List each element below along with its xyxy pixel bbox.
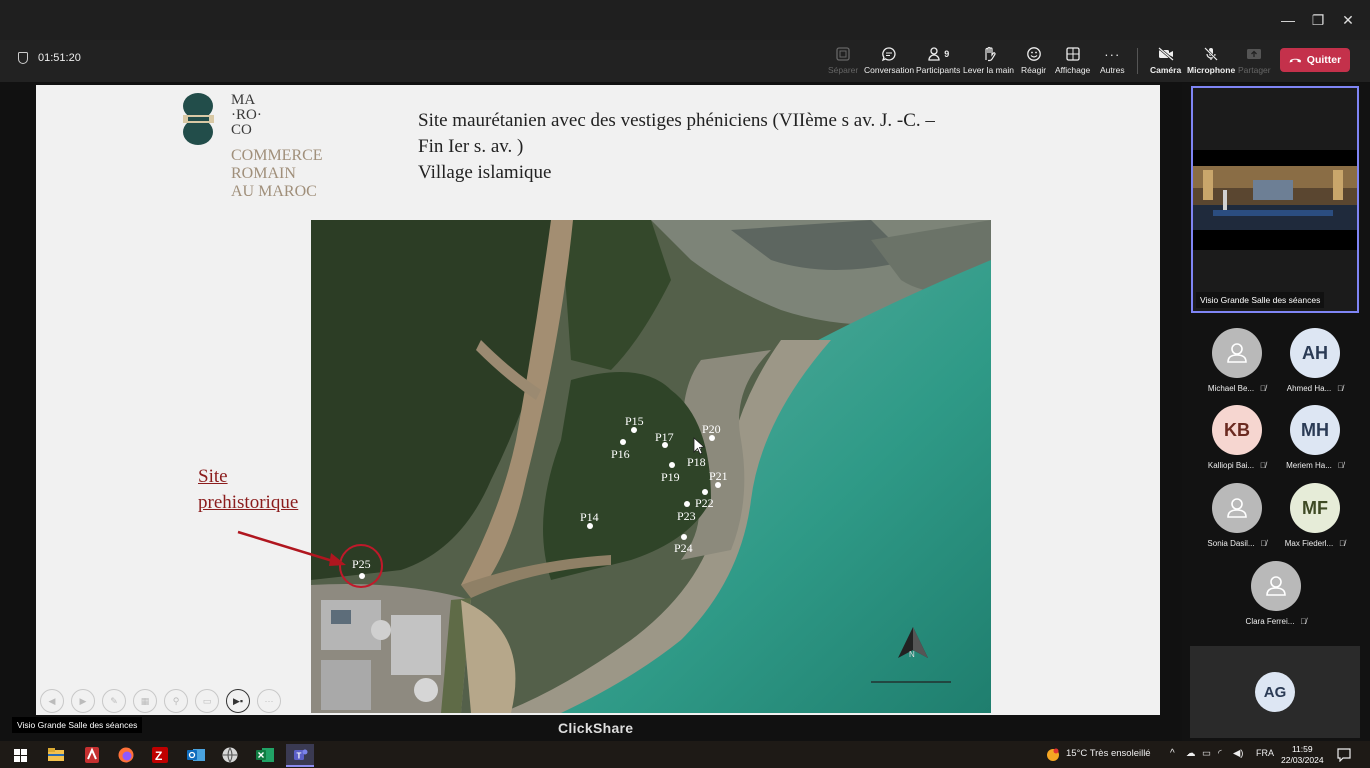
avatar xyxy=(1212,328,1262,378)
network-icon[interactable]: ▭ xyxy=(1202,748,1211,759)
zoom-icon[interactable]: ⚲ xyxy=(164,689,188,713)
next-slide-icon[interactable]: ▶ xyxy=(71,689,95,713)
avatar: AH xyxy=(1290,328,1340,378)
language-indicator[interactable]: FRA xyxy=(1256,748,1274,758)
self-video-tile[interactable]: AG xyxy=(1190,646,1360,738)
app-globe-icon[interactable] xyxy=(220,745,240,765)
video-camera-icon[interactable]: ▶▪ xyxy=(226,689,250,713)
avatar xyxy=(1251,561,1301,611)
app-icon[interactable] xyxy=(82,745,102,765)
participant-tile[interactable]: AH Ahmed Ha... 🎙̸ xyxy=(1277,328,1353,393)
video-tile-label: Visio Grande Salle des séances xyxy=(1196,292,1325,308)
svg-text:T: T xyxy=(297,751,302,760)
tray-chevron-icon[interactable]: ^ xyxy=(1170,748,1175,759)
participant-tile[interactable]: Clara Ferrei... 🎙̸ xyxy=(1238,561,1314,626)
firefox-icon[interactable] xyxy=(116,745,136,765)
excel-icon[interactable] xyxy=(255,745,275,765)
mic-muted-icon: 🎙̸ xyxy=(1300,617,1307,626)
stage-source-label: Visio Grande Salle des séances xyxy=(12,717,143,733)
weather-text[interactable]: 15°C Très ensoleillé xyxy=(1066,748,1151,759)
windows-start-icon[interactable] xyxy=(10,745,30,765)
participant-tile[interactable]: MH Meriem Ha... 🎙̸ xyxy=(1277,405,1353,470)
svg-text:Z: Z xyxy=(155,749,162,763)
weather-sun-icon xyxy=(1043,745,1063,765)
file-explorer-icon[interactable] xyxy=(46,745,66,765)
participant-tile[interactable]: Michael Be... 🎙̸ xyxy=(1199,328,1275,393)
participant-tile[interactable]: Sonia Dasil... 🎙̸ xyxy=(1199,483,1275,548)
self-avatar: AG xyxy=(1255,672,1295,712)
mic-muted-icon: 🎙̸ xyxy=(1337,461,1344,470)
cloud-icon[interactable]: ☁ xyxy=(1186,748,1196,759)
previous-slide-icon[interactable]: ◀ xyxy=(40,689,64,713)
slides-grid-icon[interactable]: ▦ xyxy=(133,689,157,713)
mic-muted-icon: 🎙̸ xyxy=(1260,539,1267,548)
wifi-icon[interactable]: ◜ xyxy=(1218,748,1222,759)
participant-tile[interactable]: MF Max Fiederl... 🎙̸ xyxy=(1277,483,1353,548)
active-video-tile[interactable] xyxy=(1191,86,1359,313)
slide-tools: ◀ ▶ ✎ ▦ ⚲ ▭ ▶▪ ··· xyxy=(40,689,281,713)
mic-muted-icon: 🎙̸ xyxy=(1339,539,1346,548)
volume-icon[interactable]: ◀) xyxy=(1233,748,1243,759)
subtitles-icon[interactable]: ▭ xyxy=(195,689,219,713)
annotation-arrow xyxy=(237,530,346,566)
mic-muted-icon: 🎙̸ xyxy=(1260,384,1267,393)
filezilla-icon[interactable]: Z xyxy=(150,745,170,765)
avatar: MH xyxy=(1290,405,1340,455)
outlook-icon[interactable] xyxy=(186,745,206,765)
conference-room-video xyxy=(1193,150,1357,250)
mic-muted-icon: 🎙̸ xyxy=(1260,461,1267,470)
avatar: MF xyxy=(1290,483,1340,533)
teams-icon[interactable]: T xyxy=(286,744,314,767)
windows-taskbar: Z T 15°C Très ensoleillé ^ ☁ ▭ ◜ ◀) FRA … xyxy=(0,741,1370,768)
clock[interactable]: 11:59 22/03/2024 xyxy=(1281,744,1324,766)
notification-icon[interactable] xyxy=(1334,745,1354,765)
more-options-icon[interactable]: ··· xyxy=(257,689,281,713)
clickshare-brand: ClickShare xyxy=(558,720,634,736)
pen-icon[interactable]: ✎ xyxy=(102,689,126,713)
participant-tile[interactable]: KB Kalliopi Bai... 🎙̸ xyxy=(1199,405,1275,470)
mic-muted-icon: 🎙̸ xyxy=(1337,384,1344,393)
avatar: KB xyxy=(1212,405,1262,455)
avatar xyxy=(1212,483,1262,533)
